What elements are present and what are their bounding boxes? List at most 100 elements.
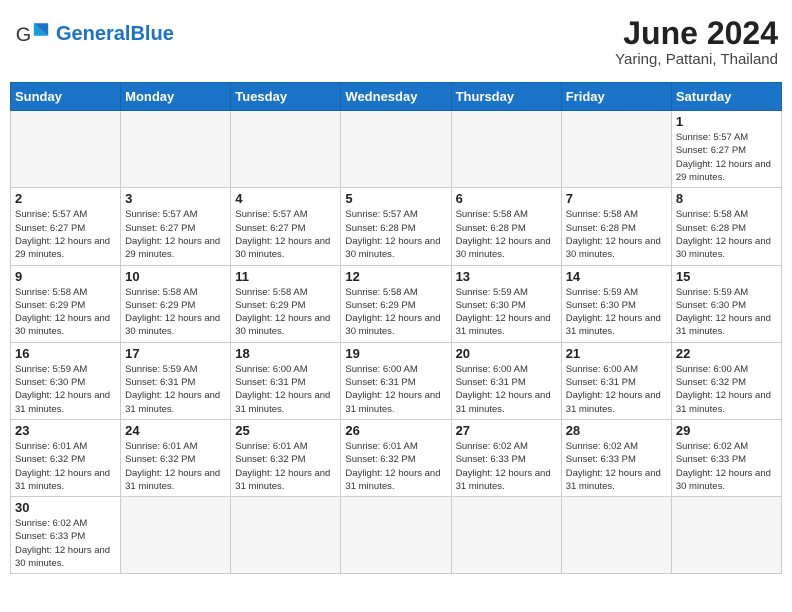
column-header-monday: Monday bbox=[121, 83, 231, 111]
calendar-cell bbox=[231, 497, 341, 574]
day-info: Sunrise: 5:58 AM Sunset: 6:29 PM Dayligh… bbox=[125, 286, 226, 339]
calendar-subtitle: Yaring, Pattani, Thailand bbox=[615, 51, 778, 68]
calendar-cell: 25 Sunrise: 6:01 AM Sunset: 6:32 PM Dayli… bbox=[231, 419, 341, 496]
day-number: 28 bbox=[566, 423, 667, 438]
calendar-cell: 4 Sunrise: 5:57 AM Sunset: 6:27 PM Daylig… bbox=[231, 188, 341, 265]
column-header-friday: Friday bbox=[561, 83, 671, 111]
calendar-cell bbox=[671, 497, 781, 574]
day-info: Sunrise: 5:58 AM Sunset: 6:29 PM Dayligh… bbox=[345, 286, 446, 339]
day-info: Sunrise: 6:00 AM Sunset: 6:32 PM Dayligh… bbox=[676, 363, 777, 416]
day-info: Sunrise: 6:02 AM Sunset: 6:33 PM Dayligh… bbox=[566, 440, 667, 493]
day-info: Sunrise: 5:58 AM Sunset: 6:28 PM Dayligh… bbox=[676, 208, 777, 261]
calendar-cell: 21Sunrise: 6:00 AM Sunset: 6:31 PM Dayli… bbox=[561, 342, 671, 419]
calendar-cell: 27 Sunrise: 6:02 AM Sunset: 6:33 PM Dayli… bbox=[451, 419, 561, 496]
week-row-5: 23Sunrise: 6:01 AM Sunset: 6:32 PM Dayli… bbox=[11, 419, 782, 496]
calendar-cell: 16 Sunrise: 5:59 AM Sunset: 6:30 PM Dayli… bbox=[11, 342, 121, 419]
calendar-cell bbox=[451, 497, 561, 574]
day-info: Sunrise: 5:59 AM Sunset: 6:30 PM Dayligh… bbox=[566, 286, 667, 339]
day-info: Sunrise: 6:02 AM Sunset: 6:33 PM Dayligh… bbox=[676, 440, 777, 493]
calendar-cell: 20 Sunrise: 6:00 AM Sunset: 6:31 PM Dayli… bbox=[451, 342, 561, 419]
day-number: 27 bbox=[456, 423, 557, 438]
day-info: Sunrise: 5:59 AM Sunset: 6:30 PM Dayligh… bbox=[456, 286, 557, 339]
calendar-cell: 15 Sunrise: 5:59 AM Sunset: 6:30 PM Dayli… bbox=[671, 265, 781, 342]
logo-text: GeneralBlue bbox=[56, 23, 174, 46]
column-header-sunday: Sunday bbox=[11, 83, 121, 111]
calendar-cell: 24 Sunrise: 6:01 AM Sunset: 6:32 PM Dayli… bbox=[121, 419, 231, 496]
day-info: Sunrise: 5:59 AM Sunset: 6:30 PM Dayligh… bbox=[676, 286, 777, 339]
day-number: 22 bbox=[676, 346, 777, 361]
day-number: 6 bbox=[456, 191, 557, 206]
week-row-6: 30Sunrise: 6:02 AM Sunset: 6:33 PM Dayli… bbox=[11, 497, 782, 574]
calendar-cell: 9 Sunrise: 5:58 AM Sunset: 6:29 PM Daylig… bbox=[11, 265, 121, 342]
calendar-cell bbox=[451, 111, 561, 188]
day-number: 2 bbox=[15, 191, 116, 206]
day-number: 9 bbox=[15, 269, 116, 284]
column-header-thursday: Thursday bbox=[451, 83, 561, 111]
day-info: Sunrise: 6:01 AM Sunset: 6:32 PM Dayligh… bbox=[15, 440, 116, 493]
day-number: 19 bbox=[345, 346, 446, 361]
calendar-cell: 5Sunrise: 5:57 AM Sunset: 6:28 PM Daylig… bbox=[341, 188, 451, 265]
day-info: Sunrise: 6:00 AM Sunset: 6:31 PM Dayligh… bbox=[345, 363, 446, 416]
calendar-cell: 22 Sunrise: 6:00 AM Sunset: 6:32 PM Dayli… bbox=[671, 342, 781, 419]
day-info: Sunrise: 5:58 AM Sunset: 6:29 PM Dayligh… bbox=[235, 286, 336, 339]
calendar-cell: 28 Sunrise: 6:02 AM Sunset: 6:33 PM Dayli… bbox=[561, 419, 671, 496]
calendar-cell: 11Sunrise: 5:58 AM Sunset: 6:29 PM Dayli… bbox=[231, 265, 341, 342]
logo-icon: G bbox=[14, 16, 50, 52]
day-number: 8 bbox=[676, 191, 777, 206]
calendar-header-row: SundayMondayTuesdayWednesdayThursdayFrid… bbox=[11, 83, 782, 111]
calendar-cell: 14 Sunrise: 5:59 AM Sunset: 6:30 PM Dayli… bbox=[561, 265, 671, 342]
calendar-cell: 19 Sunrise: 6:00 AM Sunset: 6:31 PM Dayli… bbox=[341, 342, 451, 419]
calendar-cell: 17 Sunrise: 5:59 AM Sunset: 6:31 PM Dayli… bbox=[121, 342, 231, 419]
day-info: Sunrise: 6:02 AM Sunset: 6:33 PM Dayligh… bbox=[456, 440, 557, 493]
logo: G GeneralBlue bbox=[14, 16, 174, 52]
week-row-3: 9 Sunrise: 5:58 AM Sunset: 6:29 PM Daylig… bbox=[11, 265, 782, 342]
day-number: 20 bbox=[456, 346, 557, 361]
day-info: Sunrise: 6:00 AM Sunset: 6:31 PM Dayligh… bbox=[566, 363, 667, 416]
calendar-cell bbox=[561, 111, 671, 188]
day-info: Sunrise: 6:01 AM Sunset: 6:32 PM Dayligh… bbox=[125, 440, 226, 493]
day-info: Sunrise: 6:01 AM Sunset: 6:32 PM Dayligh… bbox=[345, 440, 446, 493]
day-number: 10 bbox=[125, 269, 226, 284]
svg-text:G: G bbox=[16, 24, 31, 46]
header: G GeneralBlue June 2024 Yaring, Pattani,… bbox=[10, 10, 782, 74]
day-info: Sunrise: 6:02 AM Sunset: 6:33 PM Dayligh… bbox=[15, 517, 116, 570]
day-number: 17 bbox=[125, 346, 226, 361]
day-number: 14 bbox=[566, 269, 667, 284]
day-info: Sunrise: 5:58 AM Sunset: 6:28 PM Dayligh… bbox=[456, 208, 557, 261]
day-info: Sunrise: 5:58 AM Sunset: 6:29 PM Dayligh… bbox=[15, 286, 116, 339]
day-info: Sunrise: 5:57 AM Sunset: 6:27 PM Dayligh… bbox=[676, 131, 777, 184]
calendar-cell bbox=[121, 497, 231, 574]
day-info: Sunrise: 5:57 AM Sunset: 6:27 PM Dayligh… bbox=[15, 208, 116, 261]
column-header-saturday: Saturday bbox=[671, 83, 781, 111]
calendar-cell bbox=[231, 111, 341, 188]
calendar-cell: 6 Sunrise: 5:58 AM Sunset: 6:28 PM Daylig… bbox=[451, 188, 561, 265]
day-info: Sunrise: 5:59 AM Sunset: 6:30 PM Dayligh… bbox=[15, 363, 116, 416]
calendar-cell bbox=[11, 111, 121, 188]
day-number: 24 bbox=[125, 423, 226, 438]
day-number: 16 bbox=[15, 346, 116, 361]
day-number: 15 bbox=[676, 269, 777, 284]
day-info: Sunrise: 6:00 AM Sunset: 6:31 PM Dayligh… bbox=[235, 363, 336, 416]
day-info: Sunrise: 5:57 AM Sunset: 6:27 PM Dayligh… bbox=[235, 208, 336, 261]
day-info: Sunrise: 5:58 AM Sunset: 6:28 PM Dayligh… bbox=[566, 208, 667, 261]
title-area: June 2024 Yaring, Pattani, Thailand bbox=[615, 16, 778, 68]
day-info: Sunrise: 6:01 AM Sunset: 6:32 PM Dayligh… bbox=[235, 440, 336, 493]
calendar-cell: 12 Sunrise: 5:58 AM Sunset: 6:29 PM Dayli… bbox=[341, 265, 451, 342]
calendar-cell: 2 Sunrise: 5:57 AM Sunset: 6:27 PM Daylig… bbox=[11, 188, 121, 265]
day-info: Sunrise: 5:59 AM Sunset: 6:31 PM Dayligh… bbox=[125, 363, 226, 416]
calendar-cell bbox=[341, 111, 451, 188]
day-info: Sunrise: 6:00 AM Sunset: 6:31 PM Dayligh… bbox=[456, 363, 557, 416]
calendar-cell: 3Sunrise: 5:57 AM Sunset: 6:27 PM Daylig… bbox=[121, 188, 231, 265]
day-info: Sunrise: 5:57 AM Sunset: 6:27 PM Dayligh… bbox=[125, 208, 226, 261]
day-number: 12 bbox=[345, 269, 446, 284]
column-header-tuesday: Tuesday bbox=[231, 83, 341, 111]
calendar-cell: 7Sunrise: 5:58 AM Sunset: 6:28 PM Daylig… bbox=[561, 188, 671, 265]
calendar-cell: 26Sunrise: 6:01 AM Sunset: 6:32 PM Dayli… bbox=[341, 419, 451, 496]
day-number: 25 bbox=[235, 423, 336, 438]
calendar-title: June 2024 bbox=[615, 16, 778, 51]
week-row-2: 2 Sunrise: 5:57 AM Sunset: 6:27 PM Daylig… bbox=[11, 188, 782, 265]
day-number: 29 bbox=[676, 423, 777, 438]
calendar-cell: 10 Sunrise: 5:58 AM Sunset: 6:29 PM Dayli… bbox=[121, 265, 231, 342]
day-number: 18 bbox=[235, 346, 336, 361]
day-number: 4 bbox=[235, 191, 336, 206]
